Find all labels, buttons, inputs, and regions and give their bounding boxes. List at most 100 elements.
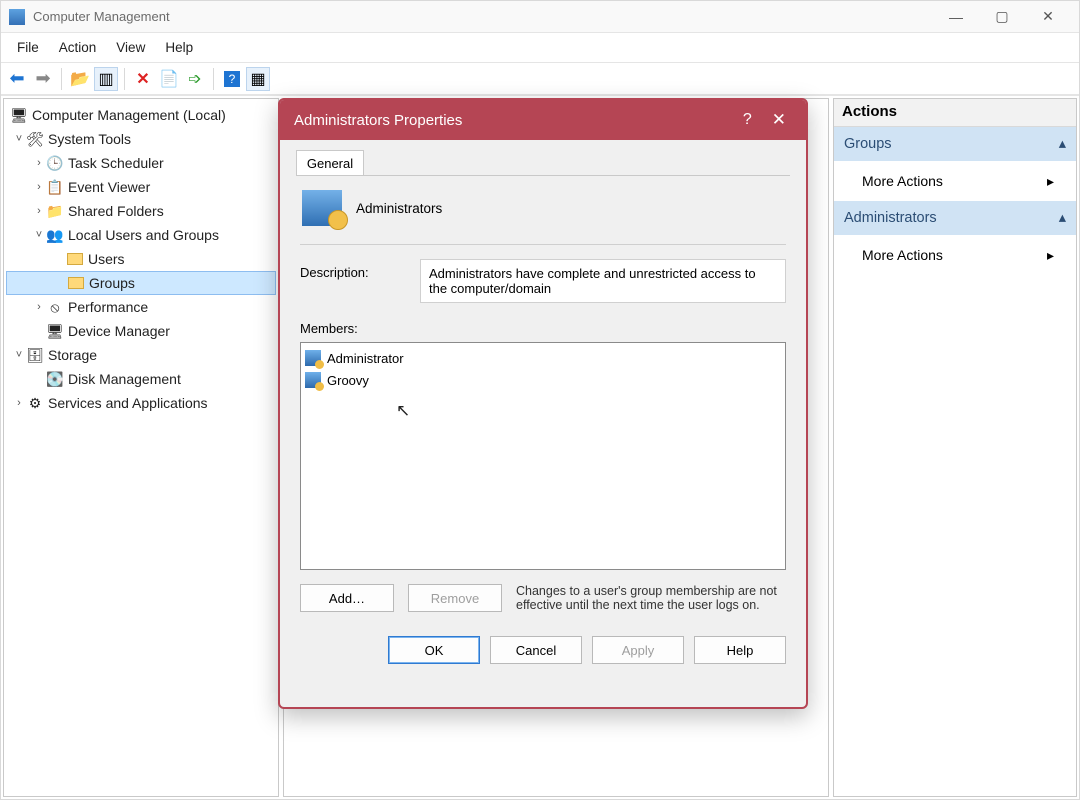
device-icon: 🖥 bbox=[46, 322, 64, 340]
member-name: Administrator bbox=[327, 351, 404, 366]
tree-performance[interactable]: ›⦸Performance bbox=[6, 295, 276, 319]
chevron-up-icon: ▴ bbox=[1059, 210, 1066, 226]
member-row[interactable]: Administrator bbox=[305, 347, 781, 369]
ok-button[interactable]: OK bbox=[388, 636, 480, 664]
members-list[interactable]: Administrator Groovy bbox=[300, 342, 786, 570]
cancel-button[interactable]: Cancel bbox=[490, 636, 582, 664]
delete-button[interactable]: ✕ bbox=[131, 67, 155, 91]
dialog-titlebar: Administrators Properties ? ✕ bbox=[280, 100, 806, 140]
tree-event-viewer[interactable]: ›📋Event Viewer bbox=[6, 175, 276, 199]
tab-general[interactable]: General bbox=[296, 150, 364, 176]
arrow-left-icon: ⬅ bbox=[9, 68, 24, 89]
chevron-right-icon: › bbox=[32, 181, 46, 193]
tree-users[interactable]: Users bbox=[6, 247, 276, 271]
toolbar-separator bbox=[124, 68, 125, 90]
group-name: Administrators bbox=[356, 201, 442, 216]
storage-icon: 🗄 bbox=[26, 346, 44, 364]
dialog-button-row: OK Cancel Apply Help bbox=[300, 636, 786, 664]
tree-root[interactable]: 🖥Computer Management (Local) bbox=[6, 103, 276, 127]
tree-shared-folders[interactable]: ›📁Shared Folders bbox=[6, 199, 276, 223]
tree-disk-management[interactable]: 💽Disk Management bbox=[6, 367, 276, 391]
minimize-button[interactable]: — bbox=[933, 1, 979, 33]
tree-pane[interactable]: 🖥Computer Management (Local) ˅🛠System To… bbox=[3, 98, 279, 797]
tree-system-tools[interactable]: ˅🛠System Tools bbox=[6, 127, 276, 151]
tree-label: Shared Folders bbox=[68, 203, 164, 219]
menu-view[interactable]: View bbox=[106, 36, 155, 59]
window-title: Computer Management bbox=[33, 9, 170, 24]
arrow-right-icon: ➡ bbox=[35, 68, 50, 89]
show-hide-tree-button[interactable]: ▥ bbox=[94, 67, 118, 91]
group-icon bbox=[302, 190, 342, 226]
tools-icon: 🛠 bbox=[26, 130, 44, 148]
tree-root-label: Computer Management (Local) bbox=[32, 107, 226, 123]
chevron-down-icon: ˅ bbox=[12, 133, 26, 145]
member-name: Groovy bbox=[327, 373, 369, 388]
tree-groups[interactable]: Groups bbox=[6, 271, 276, 295]
app-icon bbox=[9, 9, 25, 25]
disk-icon: 💽 bbox=[46, 370, 64, 388]
menu-file[interactable]: File bbox=[7, 36, 49, 59]
section-label: Groups bbox=[844, 136, 892, 152]
close-button[interactable]: ✕ bbox=[1025, 1, 1071, 33]
toolbar-separator bbox=[61, 68, 62, 90]
users-groups-icon: 👥 bbox=[46, 226, 64, 244]
tree-task-scheduler[interactable]: ›🕒Task Scheduler bbox=[6, 151, 276, 175]
tree-label: Storage bbox=[48, 347, 97, 363]
members-label: Members: bbox=[300, 321, 786, 336]
menu-bar: File Action View Help bbox=[1, 33, 1079, 63]
export-button[interactable]: ➩ bbox=[183, 67, 207, 91]
computer-icon: 🖥 bbox=[10, 106, 28, 124]
tree-label: Performance bbox=[68, 299, 148, 315]
actions-section-administrators[interactable]: Administrators▴ bbox=[834, 201, 1076, 235]
chevron-right-icon: › bbox=[12, 397, 26, 409]
remove-button[interactable]: Remove bbox=[408, 584, 502, 612]
tree-device-manager[interactable]: 🖥Device Manager bbox=[6, 319, 276, 343]
description-input[interactable]: Administrators have complete and unrestr… bbox=[420, 259, 786, 303]
chevron-right-icon: ▸ bbox=[1047, 247, 1054, 264]
add-button[interactable]: Add… bbox=[300, 584, 394, 612]
properties-button[interactable]: 📄 bbox=[157, 67, 181, 91]
tree-storage[interactable]: ˅🗄Storage bbox=[6, 343, 276, 367]
actions-more-groups[interactable]: More Actions ▸ bbox=[834, 161, 1076, 201]
menu-help[interactable]: Help bbox=[155, 36, 203, 59]
properties-icon: 📄 bbox=[159, 69, 179, 89]
help-button[interactable]: ? bbox=[220, 67, 244, 91]
folder-icon bbox=[66, 250, 84, 268]
forward-button[interactable]: ➡ bbox=[31, 67, 55, 91]
actions-pane: Actions Groups▴ More Actions▸ Administra… bbox=[833, 98, 1077, 797]
dialog-close-button[interactable]: ✕ bbox=[766, 110, 792, 130]
item-label: More Actions bbox=[862, 247, 943, 263]
chevron-down-icon: ˅ bbox=[12, 349, 26, 361]
dialog-help-button[interactable]: ? bbox=[729, 111, 766, 129]
tree-services-apps[interactable]: ›⚙Services and Applications bbox=[6, 391, 276, 415]
event-icon: 📋 bbox=[46, 178, 64, 196]
tree-label: Users bbox=[88, 251, 125, 267]
user-icon bbox=[305, 372, 321, 388]
dialog-body: General Administrators Description: Admi… bbox=[280, 140, 806, 707]
tree-label: Event Viewer bbox=[68, 179, 150, 195]
chevron-right-icon: › bbox=[32, 205, 46, 217]
actions-header: Actions bbox=[834, 99, 1076, 127]
help-button[interactable]: Help bbox=[694, 636, 786, 664]
up-button[interactable]: 📂 bbox=[68, 67, 92, 91]
actions-more-admins[interactable]: More Actions ▸ bbox=[834, 235, 1076, 275]
chevron-right-icon: ▸ bbox=[1047, 173, 1054, 190]
description-row: Description: Administrators have complet… bbox=[296, 259, 790, 303]
actions-section-groups[interactable]: Groups▴ bbox=[834, 127, 1076, 161]
tree-local-users-groups[interactable]: ˅👥Local Users and Groups bbox=[6, 223, 276, 247]
group-header: Administrators bbox=[296, 176, 790, 244]
refresh-button[interactable]: ▦ bbox=[246, 67, 270, 91]
maximize-button[interactable]: ▢ bbox=[979, 1, 1025, 33]
menu-action[interactable]: Action bbox=[49, 36, 107, 59]
window-buttons: — ▢ ✕ bbox=[933, 1, 1071, 33]
tree-label: Services and Applications bbox=[48, 395, 208, 411]
back-button[interactable]: ⬅ bbox=[5, 67, 29, 91]
member-row[interactable]: Groovy bbox=[305, 369, 781, 391]
chevron-down-icon: ˅ bbox=[32, 229, 46, 241]
apply-button[interactable]: Apply bbox=[592, 636, 684, 664]
refresh-icon: ▦ bbox=[250, 69, 265, 89]
tree-label: Task Scheduler bbox=[68, 155, 164, 171]
folder-icon bbox=[67, 274, 85, 292]
properties-dialog: Administrators Properties ? ✕ General Ad… bbox=[278, 98, 808, 709]
item-label: More Actions bbox=[862, 173, 943, 189]
